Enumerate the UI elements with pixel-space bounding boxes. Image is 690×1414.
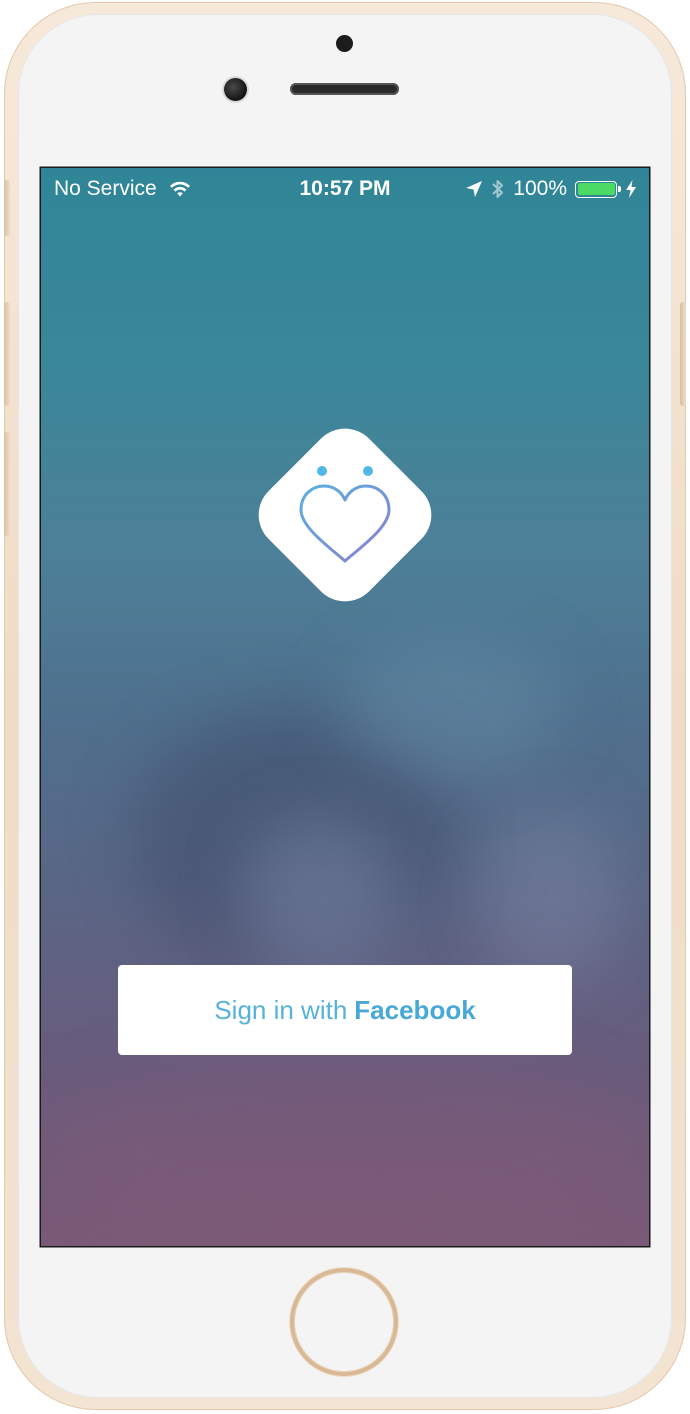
app-logo-icon [258,428,432,602]
home-button[interactable] [290,1268,398,1376]
logo-right-eye [363,466,373,476]
volume-up-button [4,302,10,406]
front-camera-icon [336,35,353,52]
background-blur [341,638,561,778]
power-button [680,302,686,406]
volume-down-button [4,432,10,536]
device-mockup: No Service 10:57 PM 100% Sign in with Fa… [0,0,690,1414]
battery-level-fill [577,183,615,195]
battery-percent: 100% [513,177,567,200]
facetime-camera-icon [224,78,247,101]
battery-icon [575,180,621,198]
speaker-grille [290,83,399,95]
facebook-brand-label: Facebook [354,994,476,1025]
status-bar: No Service 10:57 PM 100% [41,168,649,210]
mute-switch [4,180,10,236]
background-blur [41,1048,649,1246]
charging-bolt-icon [626,180,636,198]
location-arrow-icon [466,181,483,197]
app-screen: No Service 10:57 PM 100% Sign in with Fa… [41,168,649,1246]
facebook-sign-in-button[interactable]: Sign in with Facebook [118,965,572,1055]
background-blur [481,808,621,988]
bluetooth-icon [492,180,504,198]
battery-cap [618,185,621,192]
status-right: 100% [465,177,637,201]
logo-left-eye [317,466,327,476]
sign-in-prefix: Sign in with [214,994,348,1025]
background-blur [241,818,401,978]
